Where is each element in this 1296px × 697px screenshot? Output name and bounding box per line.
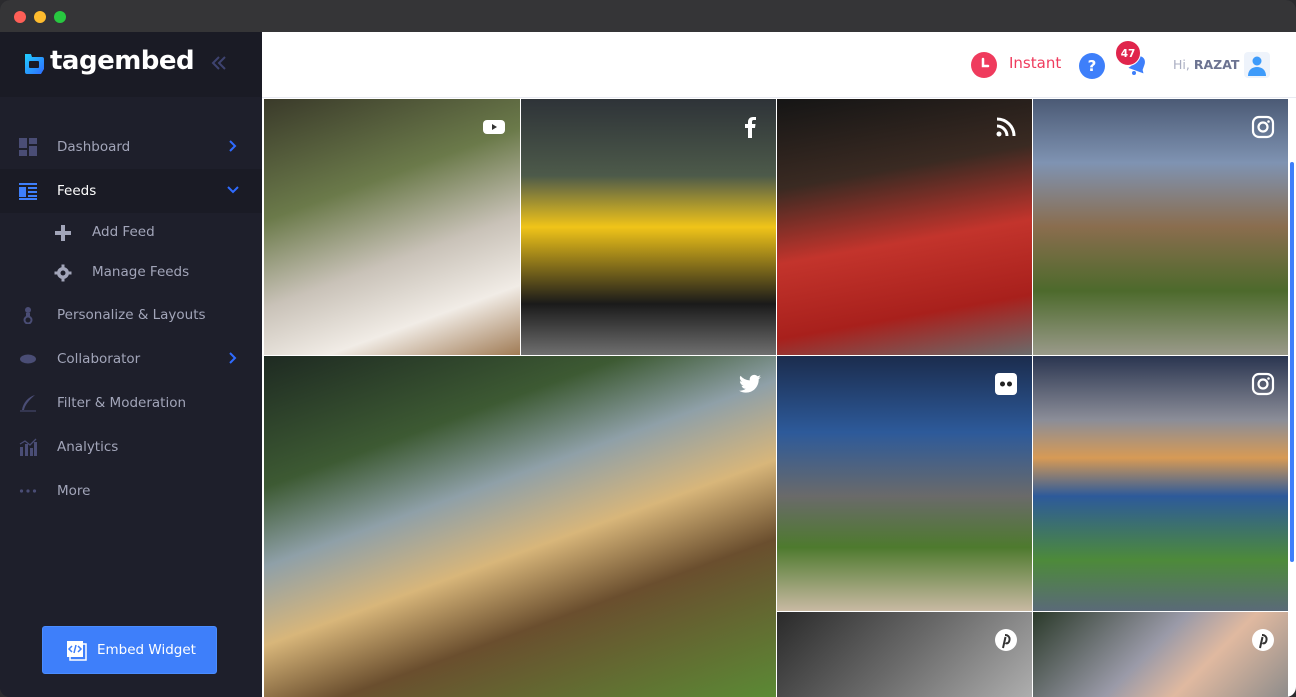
- sidebar-item-label: Dashboard: [57, 139, 131, 155]
- close-window-button[interactable]: [14, 11, 26, 23]
- help-icon[interactable]: ?: [1079, 53, 1105, 79]
- sidebar-item-label: Feeds: [57, 183, 97, 199]
- brand-header: tagembed: [0, 32, 262, 97]
- feed-post[interactable]: [1033, 99, 1288, 355]
- vertical-scrollbar[interactable]: [1290, 162, 1294, 562]
- tagembed-logo-icon: [25, 54, 44, 74]
- brand-name: tagembed: [50, 46, 195, 76]
- sidebar-item-analytics[interactable]: Analytics: [0, 425, 262, 469]
- more-dots-icon: [19, 489, 37, 493]
- feed-post[interactable]: [1033, 356, 1288, 611]
- sidebar-item-label: More: [57, 483, 91, 499]
- feed-post[interactable]: [1033, 612, 1288, 697]
- chevron-down-icon: [227, 186, 239, 194]
- sidebar-item-dashboard[interactable]: Dashboard: [0, 125, 262, 169]
- feed-post[interactable]: [777, 99, 1032, 355]
- sidebar-subitem-label: Manage Feeds: [92, 264, 190, 280]
- feed-post[interactable]: [264, 99, 520, 355]
- collapse-sidebar-button[interactable]: [208, 52, 230, 74]
- user-greeting: Hi, RAZAT: [1173, 57, 1239, 72]
- minimize-window-button[interactable]: [34, 11, 46, 23]
- sidebar-item-label: Personalize & Layouts: [57, 307, 206, 323]
- sidebar-item-personalize-layouts[interactable]: Personalize & Layouts: [0, 293, 262, 337]
- maximize-window-button[interactable]: [54, 11, 66, 23]
- double-chevron-left-icon: [211, 56, 226, 70]
- feed-post[interactable]: [777, 612, 1032, 697]
- embed-widget-button[interactable]: Embed Widget: [42, 626, 217, 674]
- pinterest-icon: [995, 629, 1017, 651]
- feed-grid: [264, 99, 1288, 697]
- facebook-icon: [745, 117, 756, 138]
- sidebar-nav: Dashboard Feeds Add Feed Manage Feeds Pe…: [0, 125, 262, 513]
- embed-widget-label: Embed Widget: [97, 642, 196, 658]
- sidebar-item-label: Collaborator: [57, 351, 141, 367]
- instagram-icon: [1251, 115, 1275, 139]
- user-avatar[interactable]: [1244, 52, 1270, 78]
- sidebar-item-collaborator[interactable]: Collaborator: [0, 337, 262, 381]
- sidebar-item-more[interactable]: More: [0, 469, 262, 513]
- app-window: tagembed Dashboard Feeds Add Feed Manage…: [0, 0, 1296, 697]
- chevron-right-icon: [229, 352, 237, 364]
- feeds-icon: [19, 183, 37, 200]
- chevron-right-icon: [229, 140, 237, 152]
- gear-icon: [54, 264, 72, 282]
- flickr-icon: [995, 373, 1017, 395]
- title-bar: [0, 0, 1296, 32]
- greeting-prefix: Hi,: [1173, 57, 1190, 72]
- sidebar-item-label: Filter & Moderation: [57, 395, 187, 411]
- sidebar: tagembed Dashboard Feeds Add Feed Manage…: [0, 32, 262, 697]
- personalize-icon: [23, 307, 33, 324]
- sidebar-item-label: Analytics: [57, 439, 119, 455]
- rss-icon: [996, 117, 1016, 137]
- analytics-icon: [19, 438, 37, 456]
- sidebar-item-filter-moderation[interactable]: Filter & Moderation: [0, 381, 262, 425]
- user-name: RAZAT: [1193, 57, 1240, 72]
- youtube-icon: [483, 120, 505, 134]
- feed-post[interactable]: [264, 356, 776, 697]
- notification-count-badge: 47: [1115, 40, 1141, 66]
- sidebar-subitem-label: Add Feed: [92, 224, 155, 240]
- user-icon: [1248, 56, 1266, 76]
- code-embed-icon: [67, 641, 87, 661]
- twitter-icon: [739, 374, 761, 393]
- feed-post[interactable]: [777, 356, 1032, 611]
- dashboard-icon: [19, 138, 37, 156]
- pinterest-icon: [1252, 629, 1274, 651]
- instagram-icon: [1251, 372, 1275, 396]
- sidebar-item-feeds[interactable]: Feeds: [0, 169, 262, 213]
- top-bar: Instant ? 47 Hi, RAZAT: [262, 32, 1296, 98]
- feed-post[interactable]: [521, 99, 776, 355]
- main-content: Instant ? 47 Hi, RAZAT: [262, 32, 1296, 697]
- sidebar-subitem-add-feed[interactable]: Add Feed: [0, 213, 262, 253]
- sidebar-subitem-manage-feeds[interactable]: Manage Feeds: [0, 253, 262, 293]
- handshake-icon: [20, 354, 36, 364]
- feather-icon: [20, 395, 36, 412]
- plus-icon: [55, 225, 71, 241]
- instant-clock-icon[interactable]: [971, 52, 997, 78]
- instant-link[interactable]: Instant: [1009, 54, 1061, 72]
